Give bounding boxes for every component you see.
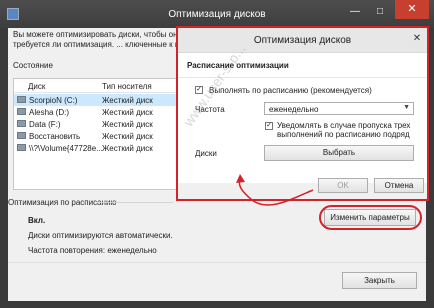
chevron-down-icon: ▼ bbox=[403, 104, 410, 111]
schedule-state: Вкл. bbox=[28, 216, 46, 225]
dialog-title: Оптимизация дисков bbox=[253, 35, 352, 46]
hard-drive-icon bbox=[17, 120, 26, 127]
drive-name: ScorpioN (C:) bbox=[29, 96, 78, 105]
disks-label: Диски bbox=[195, 149, 217, 158]
dialog-title-bar[interactable]: Оптимизация дисков ✕ bbox=[178, 28, 427, 52]
run-scheduled-label[interactable]: Выполнять по расписанию (рекомендуется) bbox=[209, 86, 372, 95]
notify-checkbox[interactable]: ✓ bbox=[265, 122, 273, 130]
drive-name: Alesha (D:) bbox=[29, 108, 70, 117]
drive-type: Жесткий диск bbox=[102, 132, 153, 141]
column-media-type[interactable]: Тип носителя bbox=[102, 82, 152, 91]
dialog-close-button[interactable]: ✕ bbox=[411, 33, 423, 45]
hard-drive-icon bbox=[17, 144, 26, 151]
window-title: Оптимизация дисков bbox=[168, 9, 266, 20]
schedule-auto-text: Диски оптимизируются автоматически. bbox=[28, 231, 173, 240]
close-window-button[interactable]: ✕ bbox=[395, 0, 429, 19]
highlight-annotation bbox=[319, 205, 422, 230]
drive-name: Восстановить bbox=[29, 132, 81, 141]
hard-drive-icon bbox=[17, 96, 26, 103]
choose-disks-button[interactable]: Выбрать bbox=[264, 145, 414, 161]
column-drive[interactable]: Диск bbox=[28, 82, 45, 91]
notify-label[interactable]: Уведомлять в случае пропуска трех выполн… bbox=[277, 121, 412, 139]
frequency-select[interactable]: еженедельно ▼ bbox=[264, 102, 414, 115]
schedule-frequency-text: Частота повторения: еженедельно bbox=[28, 246, 157, 255]
drive-type: Жесткий диск bbox=[102, 108, 153, 117]
maximize-button[interactable]: □ bbox=[370, 6, 390, 20]
schedule-dialog: Оптимизация дисков ✕ Расписание оптимиза… bbox=[176, 26, 429, 201]
frequency-value: еженедельно bbox=[269, 105, 319, 114]
cancel-button[interactable]: Отмена bbox=[374, 178, 424, 193]
divider bbox=[98, 202, 173, 203]
hard-drive-icon bbox=[17, 108, 26, 115]
close-button[interactable]: Закрыть bbox=[342, 272, 417, 289]
ok-button[interactable]: OK bbox=[318, 178, 368, 193]
title-bar[interactable]: Оптимизация дисков — □ ✕ bbox=[0, 0, 434, 28]
minimize-button[interactable]: — bbox=[345, 6, 365, 20]
drive-type: Жесткий диск bbox=[102, 96, 153, 105]
checkmark-icon: ✓ bbox=[266, 122, 272, 129]
drive-name: \\?\Volume{47728e... bbox=[29, 144, 103, 153]
drive-type: Жесткий диск bbox=[102, 144, 153, 153]
drive-type: Жесткий диск bbox=[102, 120, 153, 129]
status-label: Состояние bbox=[13, 61, 53, 70]
hard-drive-icon bbox=[17, 132, 26, 139]
drive-name: Data (F:) bbox=[29, 120, 61, 129]
